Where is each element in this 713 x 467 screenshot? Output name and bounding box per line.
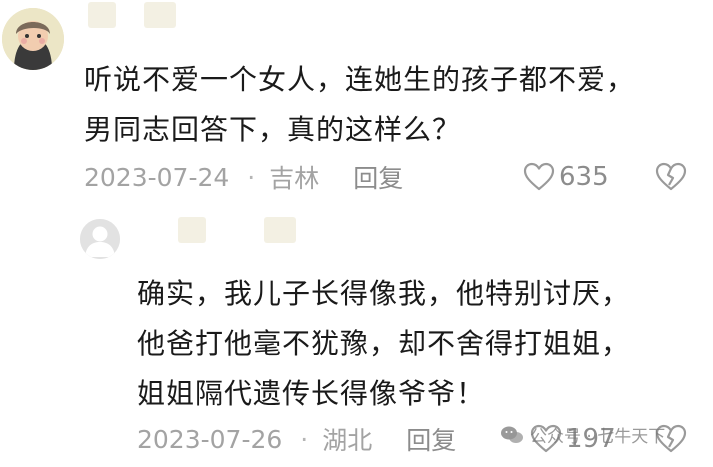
heart-outline-icon (523, 162, 555, 191)
user-avatar[interactable] (2, 8, 64, 70)
broken-heart-icon (655, 162, 687, 191)
comment-text: 确实，我儿子长得像我，他特别讨厌， 他爸打他毫不犹豫，却不舍得打姐姐， 姐姐隔代… (137, 269, 630, 419)
wechat-icon (501, 426, 523, 443)
username-blurred (264, 217, 296, 243)
comment-line: 他爸打他毫不犹豫，却不舍得打姐姐， (137, 327, 631, 360)
comment-date: 2023-07-26 (137, 424, 283, 454)
default-avatar-icon (80, 219, 120, 259)
comment-location: 湖北 (322, 426, 373, 455)
comment-line: 确实，我儿子长得像我，他特别讨厌， (137, 277, 631, 310)
meta-separator: · (247, 162, 256, 192)
username-blurred (178, 217, 206, 243)
reply-button[interactable]: 回复 (406, 421, 456, 457)
comment-line: 姐姐隔代遗传长得像爷爷！ (137, 377, 486, 410)
comment-meta: 2023-07-26 · 湖北 回复 (137, 421, 456, 457)
like-count: 635 (559, 162, 609, 192)
comment-text: 听说不爱一个女人，连她生的孩子都不爱， 男同志回答下，真的这样么？ (84, 55, 635, 155)
comment-line: 听说不爱一个女人，连她生的孩子都不爱， (84, 63, 636, 96)
watermark: 公众号 · 七牛天下 (500, 422, 665, 447)
comment-line: 男同志回答下，真的这样么？ (84, 113, 462, 146)
comment-date: 2023-07-24 (84, 162, 230, 192)
comment-location: 吉林 (269, 164, 320, 193)
username-blurred (88, 2, 116, 28)
meta-separator: · (300, 424, 309, 454)
username-blurred (144, 2, 176, 28)
comment-1: 听说不爱一个女人，连她生的孩子都不爱， 男同志回答下，真的这样么？ 2023-0… (0, 0, 713, 205)
user-avatar[interactable] (80, 219, 120, 259)
comment-meta: 2023-07-24 · 吉林 回复 (84, 159, 403, 195)
dislike-button[interactable] (655, 162, 687, 192)
cartoon-avatar-icon (2, 8, 64, 70)
like-button[interactable]: 635 (523, 162, 609, 192)
watermark-text: 公众号 · 七牛天下 (530, 427, 666, 447)
reply-button[interactable]: 回复 (353, 159, 403, 195)
